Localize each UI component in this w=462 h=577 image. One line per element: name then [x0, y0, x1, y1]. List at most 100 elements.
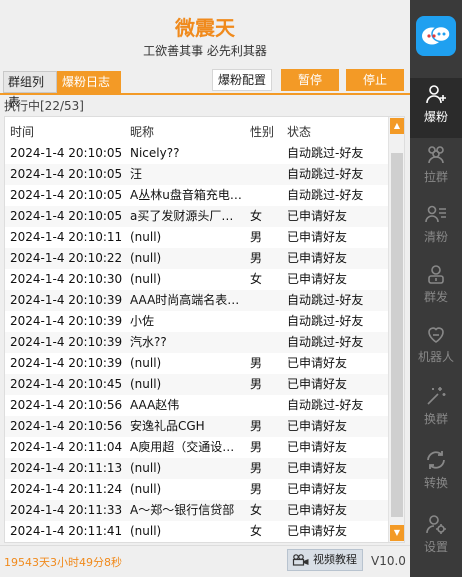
table-row[interactable]: 2024-1-4 20:10:45 (null) 男 已申请好友 — [5, 374, 389, 395]
sidebar-item-label: 群发 — [423, 290, 448, 304]
header-nickname[interactable]: 昵称 — [130, 123, 154, 140]
sidebar-item-fan[interactable]: 爆粉 — [410, 78, 462, 138]
cell-time: 2024-1-4 20:10:05 — [10, 188, 123, 202]
scroll-up-icon[interactable]: ▲ — [390, 118, 404, 134]
cell-status: 自动跳过-好友 — [287, 167, 364, 181]
table-row[interactable]: 2024-1-4 20:10:30 (null) 女 已申请好友 — [5, 269, 389, 290]
cell-gender: 女 — [250, 272, 263, 286]
magic-wand-icon — [427, 387, 446, 405]
cell-status: 已申请好友 — [287, 356, 348, 370]
app-title: 微震天 — [175, 16, 235, 40]
sidebar-item-settings[interactable]: 设置 — [410, 508, 462, 568]
sidebar-item-pull-group[interactable]: 拉群 — [410, 138, 462, 198]
header-status[interactable]: 状态 — [287, 123, 311, 140]
header-gender[interactable]: 性别 — [250, 123, 274, 140]
video-camera-icon — [292, 554, 309, 566]
cell-nickname: 小佐 — [130, 314, 155, 328]
cell-nickname: (null) — [130, 377, 162, 391]
group-icon — [428, 146, 444, 164]
scroll-thumb[interactable] — [391, 153, 403, 517]
table-scrollbar[interactable]: ▲ ▼ — [388, 117, 404, 542]
user-add-icon — [426, 85, 446, 104]
cell-status: 已申请好友 — [287, 524, 348, 538]
table-row[interactable]: 2024-1-4 20:11:24 (null) 男 已申请好友 — [5, 479, 389, 500]
cell-time: 2024-1-4 20:10:39 — [10, 356, 123, 370]
user-list-icon — [425, 205, 446, 223]
cell-time: 2024-1-4 20:10:39 — [10, 314, 123, 328]
table-row[interactable]: 2024-1-4 20:10:05 Nicely?? 自动跳过-好友 — [5, 143, 389, 164]
table-row[interactable]: 2024-1-4 20:11:04 A庾用超（交通设… 男 已申请好友 — [5, 437, 389, 458]
cell-status: 自动跳过-好友 — [287, 293, 364, 307]
cell-status: 已申请好友 — [287, 440, 348, 454]
table-body: 2024-1-4 20:10:05 Nicely?? 自动跳过-好友 2024-1-4… — [5, 143, 389, 542]
table-row[interactable]: 2024-1-4 20:10:05 A丛林u盘音箱充电… 自动跳过-好友 — [5, 185, 389, 206]
cell-time: 2024-1-4 20:11:04 — [10, 440, 123, 454]
stop-button[interactable]: 停止 — [346, 69, 404, 91]
cell-nickname: (null) — [130, 251, 162, 265]
cell-gender: 男 — [250, 377, 263, 391]
table-row[interactable]: 2024-1-4 20:11:33 A～郑～银行信贷部 女 已申请好友 — [5, 500, 389, 521]
cell-status: 自动跳过-好友 — [287, 188, 364, 202]
table-row[interactable]: 2024-1-4 20:10:39 (null) 男 已申请好友 — [5, 353, 389, 374]
scroll-down-icon[interactable]: ▼ — [390, 525, 404, 541]
table-row[interactable]: 2024-1-4 20:10:05 a买了发财源头厂… 女 已申请好友 — [5, 206, 389, 227]
header-time[interactable]: 时间 — [10, 123, 34, 140]
tab-group-list[interactable]: 群组列表 — [3, 71, 57, 109]
app-logo — [416, 16, 456, 56]
cell-time: 2024-1-4 20:11:24 — [10, 482, 123, 496]
settings-icon — [426, 515, 446, 534]
version-label: V10.0 — [371, 554, 406, 568]
table-row[interactable]: 2024-1-4 20:10:39 小佐 自动跳过-好友 — [5, 311, 389, 332]
video-tutorial-label: 视频教程 — [313, 553, 357, 566]
sidebar-item-broadcast[interactable]: 群发 — [410, 258, 462, 318]
sidebar-item-clean-fans[interactable]: 清粉 — [410, 198, 462, 258]
sidebar-item-switch-group[interactable]: 换群 — [410, 380, 462, 440]
refresh-icon — [427, 451, 445, 469]
cell-status: 自动跳过-好友 — [287, 146, 364, 160]
table-row[interactable]: 2024-1-4 20:10:56 安逸礼品CGH 男 已申请好友 — [5, 416, 389, 437]
app-slogan: 工欲善其事 必先利其器 — [143, 44, 267, 58]
sidebar-item-robot[interactable]: 机器人 — [410, 318, 462, 378]
cell-status: 自动跳过-好友 — [287, 335, 364, 349]
sidebar-item-label: 拉群 — [423, 170, 448, 184]
toolbar: 群组列表 爆粉日志 爆粉配置 暂停 停止 — [0, 69, 410, 109]
cell-gender: 男 — [250, 251, 263, 265]
table-header: 时间 昵称 性别 状态 — [5, 117, 389, 143]
fan-config-button[interactable]: 爆粉配置 — [212, 69, 272, 91]
table-row[interactable]: 2024-1-4 20:10:22 (null) 男 已申请好友 — [5, 248, 389, 269]
cell-status: 已申请好友 — [287, 251, 348, 265]
cell-nickname: 汽水?? — [130, 335, 167, 349]
sidebar-item-label: 转换 — [423, 476, 448, 490]
cell-status: 已申请好友 — [287, 419, 348, 433]
cell-status: 已申请好友 — [287, 272, 348, 286]
table-row[interactable]: 2024-1-4 20:10:39 汽水?? 自动跳过-好友 — [5, 332, 389, 353]
cell-gender: 女 — [250, 503, 263, 517]
table-row[interactable]: 2024-1-4 20:11:41 (null) 女 已申请好友 — [5, 521, 389, 542]
broadcast-icon — [428, 265, 444, 284]
cell-gender: 男 — [250, 419, 263, 433]
cell-time: 2024-1-4 20:11:41 — [10, 524, 123, 538]
pause-button[interactable]: 暂停 — [281, 69, 339, 91]
main-panel: 微震天 工欲善其事 必先利其器 群组列表 爆粉日志 爆粉配置 暂停 停止 执行中… — [0, 0, 410, 577]
cell-nickname: 汪 — [130, 167, 143, 181]
cell-status: 已申请好友 — [287, 503, 348, 517]
table-row[interactable]: 2024-1-4 20:11:13 (null) 男 已申请好友 — [5, 458, 389, 479]
cell-gender: 男 — [250, 230, 263, 244]
cell-nickname: 安逸礼品CGH — [130, 419, 205, 433]
table-row[interactable]: 2024-1-4 20:10:05 汪 自动跳过-好友 — [5, 164, 389, 185]
cell-status: 已申请好友 — [287, 209, 348, 223]
sidebar-item-label: 机器人 — [417, 350, 454, 364]
tab-fan-log[interactable]: 爆粉日志 — [57, 71, 121, 93]
sidebar-item-convert[interactable]: 转换 — [410, 444, 462, 504]
cell-time: 2024-1-4 20:10:05 — [10, 209, 123, 223]
cell-status: 已申请好友 — [287, 230, 348, 244]
table-row[interactable]: 2024-1-4 20:10:39 AAA时尚高端名表… 自动跳过-好友 — [5, 290, 389, 311]
table-row[interactable]: 2024-1-4 20:10:56 AAA赵伟 自动跳过-好友 — [5, 395, 389, 416]
cell-nickname: AAA赵伟 — [130, 398, 180, 412]
video-tutorial-button[interactable]: 视频教程 — [287, 549, 363, 571]
cell-nickname: (null) — [130, 356, 162, 370]
cell-nickname: A庾用超（交通设… — [130, 440, 235, 454]
uptime-text: 19543天3小时49分8秒 — [4, 556, 122, 569]
table-row[interactable]: 2024-1-4 20:10:11 (null) 男 已申请好友 — [5, 227, 389, 248]
cell-status: 自动跳过-好友 — [287, 398, 364, 412]
